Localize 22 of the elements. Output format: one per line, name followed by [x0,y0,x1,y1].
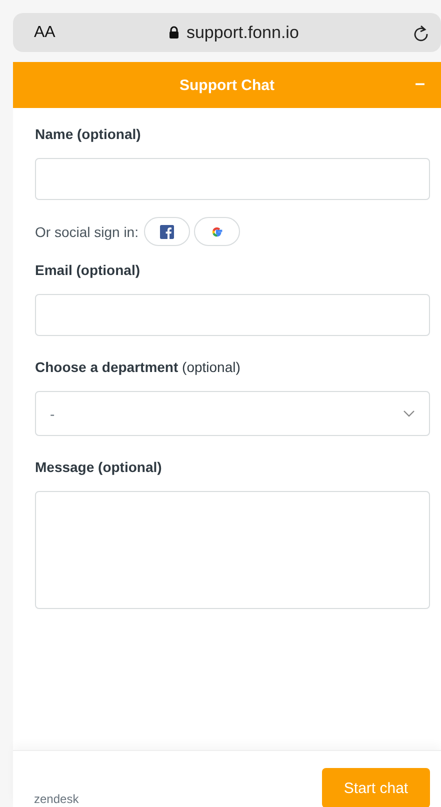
chevron-down-icon [403,410,415,417]
input-field[interactable] [35,158,430,200]
text-size-button[interactable]: AA [34,24,56,42]
google-icon [210,224,224,238]
google-button[interactable] [194,217,240,246]
brand-text: zendesk [34,792,79,806]
url-text: support.fonn.io [186,22,299,42]
address-bar[interactable]: AA support.fonn.io [13,13,441,52]
lock-icon [169,26,180,39]
department-dropdown[interactable]: - [35,391,430,436]
reload-icon[interactable] [413,24,429,42]
chat-title: Support Chat [180,76,274,94]
facebook-button[interactable] [144,217,190,246]
field-label: Name (optional) [35,126,142,142]
field-label: Message (optional) [35,459,163,475]
message-field[interactable] [35,491,430,609]
social-label: Or social sign in: [35,224,138,240]
field-label: Email (optional) [35,262,141,278]
dropdown-value: - [50,406,55,422]
facebook-icon [160,224,174,238]
field-label: Choose a department (optional) [35,359,242,375]
input-field[interactable] [35,294,430,336]
